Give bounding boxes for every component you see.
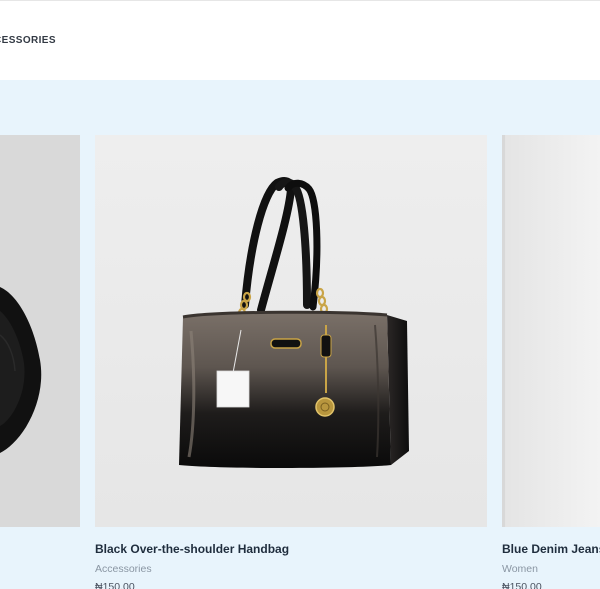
product-image[interactable] [0, 135, 80, 527]
product-card[interactable]: Blue Denim Jeans Women ₦150.00 [502, 135, 600, 589]
product-category[interactable]: Women [502, 563, 538, 575]
product-title[interactable]: Blue Denim Jeans [502, 542, 600, 556]
product-image[interactable] [502, 135, 600, 527]
product-image[interactable] [95, 135, 487, 527]
product-category[interactable]: Accessories [95, 563, 152, 575]
product-price: ₦150.00 [502, 581, 542, 589]
product-card[interactable]: Black Over-the-shoulder Handbag Accessor… [95, 135, 487, 589]
product-price: ₦150.00 [95, 581, 135, 589]
product-grid: Black Over-the-shoulder Handbag Accessor… [0, 80, 600, 589]
page: CESSORIES Black Over-the-shoulder Handba… [0, 0, 600, 589]
black-garment-image [0, 135, 80, 527]
product-card[interactable] [0, 135, 80, 527]
category-nav: CESSORIES [0, 1, 600, 80]
black-handbag-image [95, 135, 487, 527]
product-title[interactable]: Black Over-the-shoulder Handbag [95, 542, 289, 556]
denim-jeans-image [502, 135, 600, 527]
nav-item-accessories[interactable]: CESSORIES [0, 35, 56, 46]
